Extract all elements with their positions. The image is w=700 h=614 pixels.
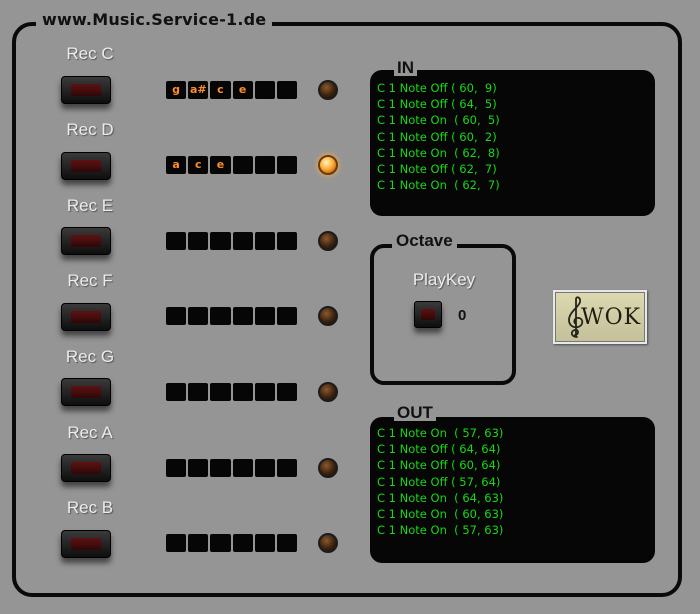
note-cell [210, 459, 231, 477]
rec-a-led [318, 458, 338, 478]
out-log-line: C 1 Note On ( 64, 63) [377, 490, 504, 505]
rec-d-button[interactable] [61, 152, 111, 180]
octave-value: 0 [458, 307, 467, 324]
note-cell [188, 232, 209, 250]
rec-g-led [318, 382, 338, 402]
note-cell [166, 459, 187, 477]
site-title: www.Music.Service-1.de [36, 10, 273, 29]
rec-c-note-display: g a# c e [166, 81, 298, 99]
note-cell: c [188, 156, 209, 174]
octave-title: Octave [392, 231, 457, 251]
in-log-line: C 1 Note Off ( 64, 5) [377, 97, 497, 112]
out-log-line: C 1 Note On ( 57, 63) [377, 523, 504, 538]
note-cell [276, 383, 298, 401]
in-monitor: C 1 Note Off ( 60, 9) C 1 Note Off ( 64,… [370, 70, 655, 216]
note-cell [276, 459, 298, 477]
note-cell [254, 307, 275, 325]
in-log-line: C 1 Note On ( 60, 5) [377, 113, 500, 128]
note-cell [232, 156, 253, 174]
note-cell [210, 534, 231, 552]
rec-c-button[interactable] [61, 76, 111, 104]
note-cell: e [210, 156, 231, 174]
note-cell [166, 307, 187, 325]
note-cell [254, 459, 275, 477]
note-cell [232, 534, 253, 552]
note-cell [210, 383, 231, 401]
note-cell [232, 383, 253, 401]
rec-b-note-display [166, 534, 298, 552]
rec-a-button[interactable] [61, 454, 111, 482]
note-cell: a# [188, 81, 209, 99]
note-cell [188, 459, 209, 477]
rec-e-led [318, 231, 338, 251]
playkey-label: PlayKey [412, 270, 476, 289]
note-cell [276, 156, 298, 174]
rec-c-label: Rec C [66, 44, 114, 63]
out-log-line: C 1 Note Off ( 60, 64) [377, 458, 501, 473]
note-cell [276, 232, 298, 250]
rec-b-led [318, 533, 338, 553]
rec-e-label: Rec E [66, 196, 114, 215]
note-cell [166, 232, 187, 250]
out-monitor: C 1 Note On ( 57, 63) C 1 Note Off ( 64,… [370, 417, 655, 563]
note-cell [188, 307, 209, 325]
out-log-line: C 1 Note On ( 60, 63) [377, 507, 504, 522]
note-cell [276, 81, 298, 99]
note-cell [254, 232, 275, 250]
out-monitor-title: OUT [394, 404, 436, 421]
note-cell [276, 534, 298, 552]
note-cell [210, 232, 231, 250]
rec-d-led [318, 155, 338, 175]
note-cell: a [166, 156, 187, 174]
rec-g-label: Rec G [65, 347, 115, 366]
note-cell [254, 534, 275, 552]
note-cell [254, 156, 275, 174]
rec-g-button[interactable] [61, 378, 111, 406]
note-cell [188, 383, 209, 401]
in-log-line: C 1 Note On ( 62, 7) [377, 178, 500, 193]
note-cell [232, 232, 253, 250]
note-cell [188, 534, 209, 552]
rec-b-label: Rec B [66, 498, 114, 517]
rec-c-led [318, 80, 338, 100]
note-cell [210, 307, 231, 325]
in-log-line: C 1 Note Off ( 60, 2) [377, 129, 497, 144]
rec-d-label: Rec D [66, 120, 114, 139]
rec-e-note-display [166, 232, 298, 250]
note-cell [166, 534, 187, 552]
out-log-line: C 1 Note Off ( 57, 64) [377, 474, 501, 489]
out-log-line: C 1 Note On ( 57, 63) [377, 426, 504, 440]
rec-f-note-display [166, 307, 298, 325]
rec-e-button[interactable] [61, 227, 111, 255]
rec-f-led [318, 306, 338, 326]
rec-g-note-display [166, 383, 298, 401]
playkey-button[interactable] [414, 301, 442, 328]
note-cell: e [232, 81, 253, 99]
in-monitor-title: IN [394, 59, 417, 76]
in-log-line: C 1 Note On ( 62, 8) [377, 145, 500, 160]
wok-logo: WOK [553, 290, 647, 344]
rec-b-button[interactable] [61, 530, 111, 558]
note-cell [254, 383, 275, 401]
note-cell [232, 459, 253, 477]
out-log-line: C 1 Note Off ( 64, 64) [377, 442, 501, 457]
in-log-line: C 1 Note Off ( 60, 9) [377, 81, 497, 95]
note-cell: c [210, 81, 231, 99]
logo-text: WOK [581, 305, 642, 330]
octave-group [370, 244, 516, 385]
note-cell [232, 307, 253, 325]
rec-a-label: Rec A [67, 423, 113, 442]
note-cell [166, 383, 187, 401]
rec-f-button[interactable] [61, 303, 111, 331]
note-cell [276, 307, 298, 325]
rec-f-label: Rec F [67, 271, 113, 290]
rec-a-note-display [166, 459, 298, 477]
note-cell [254, 81, 275, 99]
rec-d-note-display: a c e [166, 156, 298, 174]
in-log-line: C 1 Note Off ( 62, 7) [377, 162, 497, 177]
note-cell: g [166, 81, 187, 99]
